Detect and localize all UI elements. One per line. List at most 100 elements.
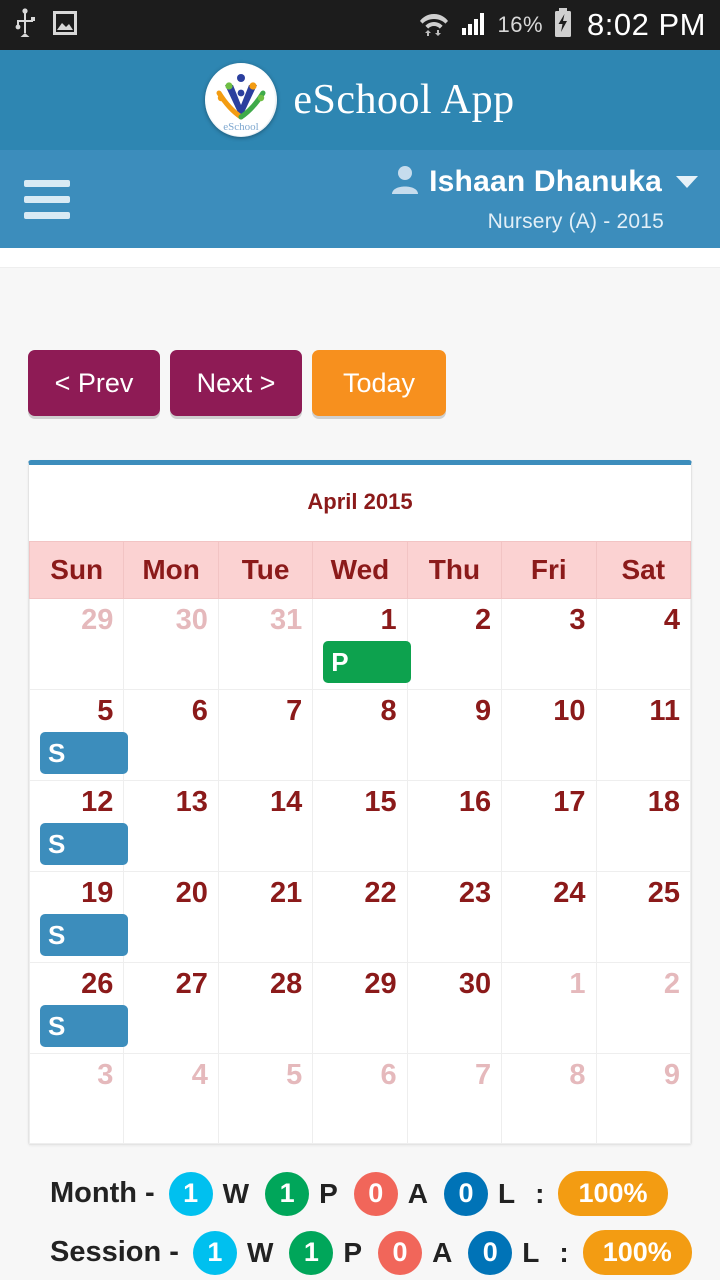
calendar-day-cell[interactable]: 24: [501, 871, 597, 963]
calendar-day-cell[interactable]: 25: [595, 871, 692, 963]
calendar-day-cell[interactable]: 31: [217, 598, 314, 690]
calendar-day-number: 16: [458, 786, 492, 818]
hamburger-menu-icon[interactable]: [24, 179, 70, 219]
calendar-day-number: 21: [270, 877, 303, 909]
today-button[interactable]: Today: [312, 350, 446, 416]
calendar-day-number: 22: [364, 877, 397, 909]
calendar-day-cell[interactable]: 4: [595, 598, 692, 690]
calendar-day-cell[interactable]: 13: [123, 780, 219, 872]
user-info-block[interactable]: Ishaan Dhanuka Nursery (A) - 2015: [391, 164, 698, 234]
calendar-week-row: 3 4 5 6 7 8 9: [28, 1053, 692, 1144]
calendar-day-cell[interactable]: 4: [123, 1053, 219, 1144]
calendar-day-cell[interactable]: 7: [406, 1053, 503, 1144]
calendar-day-cell[interactable]: 3: [28, 1053, 125, 1144]
summary-count-a: 0: [353, 1171, 398, 1216]
signal-icon: [460, 9, 488, 42]
calendar-day-number: 31: [270, 604, 303, 636]
calendar-day-cell[interactable]: 27: [123, 962, 219, 1054]
calendar-day-cell[interactable]: 10: [501, 689, 597, 781]
summary-percent-badge: 100%: [582, 1230, 692, 1275]
calendar-day-number: 4: [191, 1059, 208, 1091]
calendar-day-cell[interactable]: 3: [501, 598, 597, 690]
calendar-day-cell[interactable]: 8: [501, 1053, 597, 1144]
app-brand-header: eSchool eSchool App: [0, 50, 720, 150]
calendar-day-number: 29: [81, 604, 114, 636]
calendar-day-number: 10: [553, 695, 586, 727]
calendar-day-number: 6: [380, 1059, 397, 1091]
calendar-day-number: 5: [286, 1059, 303, 1091]
calendar-day-cell[interactable]: 19 S: [28, 871, 128, 963]
calendar-day-cell[interactable]: 12 S: [28, 780, 128, 872]
status-bar-right-icons: 16% 8:02 PM: [418, 7, 707, 43]
calendar-weekday-header: Thu: [406, 541, 503, 599]
calendar-day-number: 1: [380, 604, 397, 636]
summary-count-l: 0: [468, 1230, 513, 1275]
calendar-day-cell[interactable]: 30: [406, 962, 503, 1054]
wifi-icon: [418, 8, 450, 43]
calendar-day-cell[interactable]: 23: [406, 871, 503, 963]
calendar-day-cell[interactable]: 30: [123, 598, 219, 690]
calendar-day-cell[interactable]: 5S: [28, 689, 128, 781]
calendar-day-number: 20: [175, 877, 208, 909]
calendar-day-cell[interactable]: 1: [501, 962, 597, 1054]
summary-percent-badge: 100%: [558, 1171, 668, 1216]
calendar-day-cell[interactable]: 20: [123, 871, 219, 963]
calendar-day-number: 18: [647, 786, 680, 818]
calendar-day-cell[interactable]: 11: [595, 689, 692, 781]
calendar-day-cell[interactable]: 2: [595, 962, 692, 1054]
summary-code-label: L: [522, 1236, 540, 1268]
user-dropdown[interactable]: Ishaan Dhanuka: [391, 164, 698, 200]
calendar-weekday-header: Sun: [28, 541, 125, 599]
header-divider-strip: [0, 248, 720, 268]
next-month-button[interactable]: Next >: [170, 350, 302, 416]
calendar-day-cell[interactable]: 22: [312, 871, 408, 963]
calendar-day-number: 13: [175, 786, 208, 818]
attendance-badge-s: S: [40, 914, 128, 956]
android-status-bar: 16% 8:02 PM: [0, 0, 720, 50]
prev-month-button[interactable]: < Prev: [28, 350, 160, 416]
calendar-day-cell[interactable]: 6: [123, 689, 219, 781]
calendar-day-cell[interactable]: 8: [312, 689, 408, 781]
calendar-day-number: 8: [569, 1059, 586, 1091]
app-title: eSchool App: [293, 77, 515, 123]
calendar-day-cell[interactable]: 17: [501, 780, 597, 872]
calendar-day-cell[interactable]: 16: [406, 780, 503, 872]
calendar-day-cell[interactable]: 7: [217, 689, 314, 781]
calendar-day-number: 5: [97, 695, 114, 727]
calendar-day-cell[interactable]: 14: [217, 780, 314, 872]
calendar-table: Sun Mon Tue Wed Thu Fri Sat 29 30 31 1 P 2 3 4 5 S 6 7 8 9 1…: [28, 541, 692, 1144]
battery-percent-label: 16%: [497, 12, 544, 37]
calendar-day-number: 7: [474, 1059, 492, 1091]
summary-count-w: 1: [168, 1171, 213, 1216]
chevron-down-icon[interactable]: [676, 176, 698, 188]
calendar-day-cell[interactable]: 29: [312, 962, 408, 1054]
calendar-day-cell[interactable]: 29: [28, 598, 125, 690]
calendar-day-cell[interactable]: 26 S: [28, 962, 128, 1054]
calendar-day-cell[interactable]: 21: [217, 871, 314, 963]
calendar-day-cell[interactable]: 28: [217, 962, 314, 1054]
calendar-day-cell[interactable]: 9: [595, 1053, 692, 1144]
calendar-day-cell[interactable]: 15: [312, 780, 408, 872]
usb-icon: [14, 7, 36, 43]
calendar-day-cell[interactable]: 18: [595, 780, 692, 872]
calendar-day-cell[interactable]: 2: [406, 598, 503, 690]
summary-code-label: A: [432, 1236, 453, 1268]
calendar-week-row: 12 S 13 14 15 16 17 18: [28, 780, 692, 872]
summary-count-l: 0: [444, 1171, 489, 1216]
summary-count-w: 1: [192, 1230, 237, 1275]
summary-code-label: P: [343, 1236, 363, 1268]
calendar-weekday-header-row: Sun Mon Tue Wed Thu Fri Sat: [28, 541, 692, 599]
calendar-day-cell[interactable]: 5: [217, 1053, 314, 1144]
calendar-day-cell[interactable]: 9: [406, 689, 503, 781]
calendar-day-cell[interactable]: 1P: [312, 598, 412, 690]
calendar-weekday-header: Tue: [217, 541, 314, 599]
attendance-summary: Month -1 W 1 P 0 A 0 L:100% Session -1 W 1 P 0 A 0 L:10…: [28, 1145, 692, 1275]
calendar-day-number: 17: [553, 786, 586, 818]
calendar-day-number: 9: [663, 1059, 680, 1091]
calendar-day-cell[interactable]: 6: [312, 1053, 408, 1144]
calendar-day-number: 3: [97, 1059, 114, 1091]
summary-count-p: 1: [289, 1230, 334, 1275]
calendar-day-number: 15: [364, 786, 397, 818]
calendar-day-number: 12: [81, 786, 114, 818]
svg-text:eSchool: eSchool: [224, 121, 259, 133]
